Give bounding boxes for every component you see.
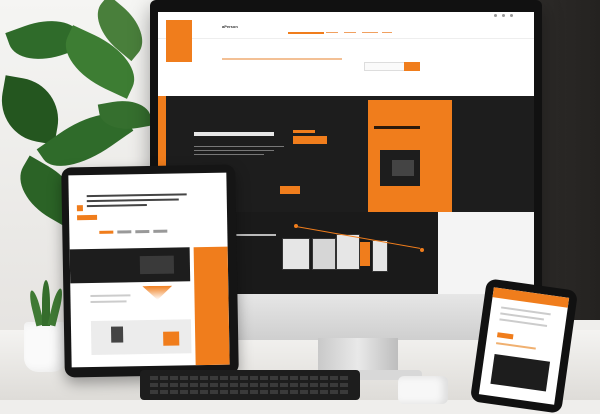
stat-label-line [293,130,315,133]
tablet-tab-1[interactable] [99,230,114,234]
tablet-tab-2[interactable] [117,230,132,234]
tablet-text-line-2 [90,300,127,304]
tablet-orange-item [163,331,180,346]
control-dot-1 [494,14,497,17]
site-navbar [158,12,534,39]
tablet-text-line-1 [90,294,131,298]
stat-number-block [293,136,327,144]
monitor-chin [228,292,518,340]
control-dot-2 [502,14,505,17]
succulent [27,280,65,327]
site-logo[interactable]: aPerson [222,24,238,29]
tablet-banner-image [139,255,175,275]
tablet-orange-sidebar [193,246,230,366]
tablet-heading-line-2 [86,198,179,203]
tablet-cta-button[interactable] [77,214,98,221]
tablet-tab-3[interactable] [135,229,150,234]
tablet-heading-line-1 [86,193,187,198]
phone-text-line-4 [495,342,536,350]
orange-text-line [222,58,342,60]
window-controls [494,14,524,18]
tablet-heading-line-3 [86,204,147,208]
gallery-thumb-5[interactable] [372,240,388,272]
hero-text-line-1 [194,146,284,147]
tablet-chair-image [110,326,124,343]
hero-left-accent [158,96,166,166]
hero-text-line-3 [194,154,264,155]
orange-panel-device [392,160,414,176]
control-dot-3 [510,14,513,17]
nav-underline-2 [326,32,338,33]
tablet-logo-mark [76,205,83,212]
nav-underline-5 [382,32,392,33]
tablet-screen [68,172,230,368]
gallery-thumb-3[interactable] [336,234,360,270]
gallery-thumb-1[interactable] [282,238,310,270]
hero-text-line-2 [194,150,274,151]
tablet-tab-4[interactable] [153,229,168,233]
logo-block [166,20,192,62]
phone-cta-button[interactable] [496,332,514,340]
gallery-thumb-2[interactable] [312,238,336,270]
hero-cta-button[interactable] [280,186,300,194]
timeline-dot-2 [420,248,424,252]
nav-active-underline [288,32,324,34]
hero-title-line [194,132,274,136]
lower-text-line [236,234,276,236]
search-button[interactable] [404,62,420,71]
plant-pot [24,322,66,372]
keyboard [140,370,360,400]
nav-underline-4 [362,32,378,33]
key-row-1 [150,376,350,380]
orange-heading-line [374,126,420,129]
key-row-3 [150,390,350,394]
lower-right-panel [438,212,534,294]
tablet-orange-triangle [142,286,172,301]
phone-screen [478,287,570,405]
phone-dark-card [490,353,551,392]
search-input[interactable] [364,62,406,71]
key-row-2 [150,383,350,387]
gallery-thumb-4[interactable] [360,242,370,266]
nav-underline-3 [344,32,356,33]
